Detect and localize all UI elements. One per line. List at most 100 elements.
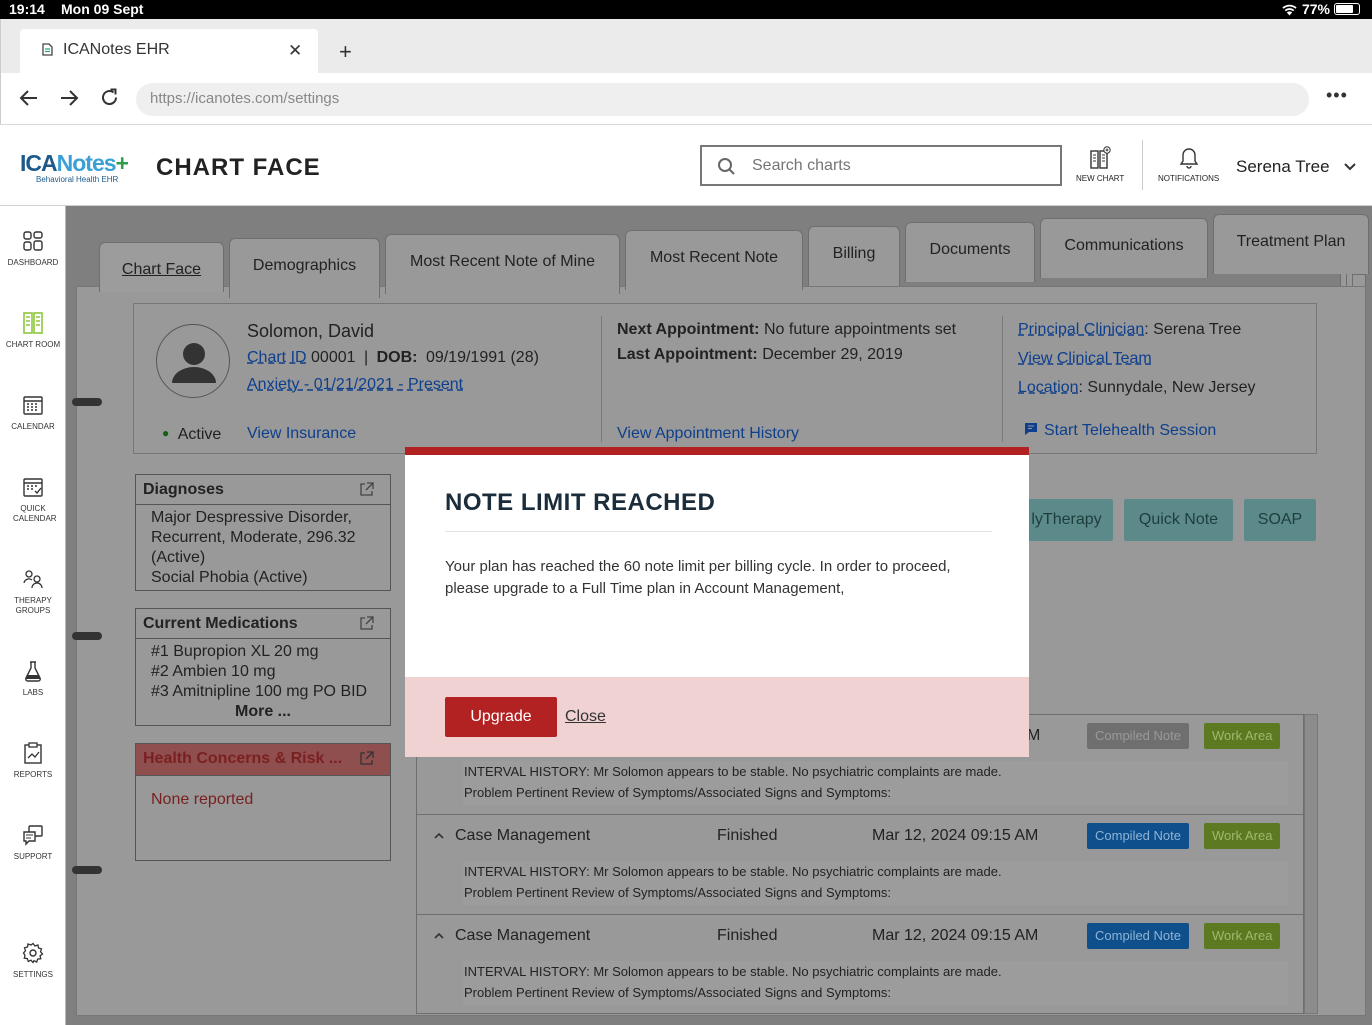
next-appt-label: Next Appointment: xyxy=(617,321,760,338)
search-box[interactable] xyxy=(700,145,1062,186)
note-history: INTERVAL HISTORY: Mr Solomon appears to … xyxy=(463,761,1288,805)
close-tab-icon[interactable]: ✕ xyxy=(288,41,302,61)
compiled-note-button[interactable]: Compiled Note xyxy=(1087,823,1189,849)
tab-demographics[interactable]: Demographics xyxy=(229,238,380,298)
new-chart-icon xyxy=(1090,146,1111,169)
tab-label: Demographics xyxy=(252,257,357,274)
logo-text: ICANotes+ xyxy=(20,150,129,176)
more-link[interactable]: More ... xyxy=(151,702,375,722)
icanotes-logo[interactable]: ICANotes+ Behavioral Health EHR xyxy=(20,150,129,184)
sidebar-nav: DASHBOARD CHART ROOM CALENDAR QUICK CALE… xyxy=(0,206,66,1025)
tab-communications[interactable]: Communications xyxy=(1040,218,1208,278)
work-area-button[interactable]: Work Area xyxy=(1204,723,1281,749)
note-history-line: Problem Pertinent Review of Symptoms/Ass… xyxy=(464,885,892,900)
user-menu[interactable]: Serena Tree xyxy=(1236,157,1356,177)
person-icon xyxy=(172,343,216,383)
tab-billing[interactable]: Billing xyxy=(808,226,900,286)
tab-chart-face[interactable]: Chart Face xyxy=(99,242,224,292)
bell-icon xyxy=(1179,148,1198,169)
compiled-note-button[interactable]: Compiled Note xyxy=(1087,723,1189,749)
sidebar-item-settings[interactable]: SETTINGS xyxy=(0,942,66,980)
dashboard-icon xyxy=(23,231,43,251)
sidebar-item-chart-room[interactable]: CHART ROOM xyxy=(0,312,66,350)
sidebar-item-dashboard[interactable]: DASHBOARD xyxy=(0,230,66,268)
view-clinical-team-link[interactable]: View Clinical Team xyxy=(1018,350,1152,368)
chart-id-link[interactable]: Chart ID xyxy=(247,349,307,366)
location-link[interactable]: Location xyxy=(1018,379,1079,396)
note-limit-modal: NOTE LIMIT REACHED Your plan has reached… xyxy=(405,447,1029,757)
sidebar-item-support[interactable]: SUPPORT xyxy=(0,824,66,862)
note-type-soap-button[interactable]: SOAP xyxy=(1244,499,1316,541)
external-link-icon[interactable] xyxy=(359,751,374,766)
close-link[interactable]: Close xyxy=(565,708,606,726)
chevron-up-icon[interactable] xyxy=(434,932,444,939)
card-header: Diagnoses xyxy=(136,475,390,505)
chevron-up-icon[interactable] xyxy=(434,832,444,839)
new-chart-button[interactable]: NEW CHART xyxy=(1076,146,1124,183)
sidebar-item-labs[interactable]: LABS xyxy=(0,660,66,698)
sidebar-item-therapy-groups[interactable]: THERAPY GROUPS xyxy=(0,568,66,616)
diagnosis-link[interactable]: Anxiety - 01/21/2021 - Present xyxy=(247,376,463,394)
external-link-icon[interactable] xyxy=(359,482,374,497)
start-telehealth-button[interactable]: Start Telehealth Session xyxy=(1024,422,1216,440)
diagnosis-item: Major Despressive Disorder, Recurrent, M… xyxy=(151,509,356,566)
note-type: Case Management xyxy=(455,927,591,944)
principal-clinician-link[interactable]: Principal Clinician xyxy=(1018,321,1144,338)
sidebar-item-quick-calendar[interactable]: QUICK CALENDAR xyxy=(0,476,66,524)
external-link-icon[interactable] xyxy=(359,616,374,631)
view-insurance-link[interactable]: View Insurance xyxy=(247,425,356,443)
therapy-groups-icon xyxy=(23,570,43,589)
new-tab-icon[interactable]: + xyxy=(339,39,352,65)
more-options-icon[interactable]: ••• xyxy=(1326,85,1348,106)
sidebar-label: LABS xyxy=(22,688,44,697)
card-title: Diagnoses xyxy=(143,481,224,498)
binder-ring xyxy=(72,866,102,874)
note-history-line: INTERVAL HISTORY: Mr Solomon appears to … xyxy=(464,864,1002,879)
work-area-button[interactable]: Work Area xyxy=(1204,823,1281,849)
column-divider xyxy=(1002,316,1003,442)
note-type-quick-note-button[interactable]: Quick Note xyxy=(1124,499,1233,541)
search-input[interactable] xyxy=(752,154,1042,178)
tab-label: Billing xyxy=(832,245,876,262)
sidebar-label: SUPPORT xyxy=(13,852,53,861)
forward-icon[interactable] xyxy=(59,89,79,107)
notes-scrollbar[interactable] xyxy=(1304,714,1318,1014)
notifications-button[interactable]: NOTIFICATIONS xyxy=(1158,146,1219,183)
quick-calendar-icon xyxy=(23,478,43,497)
view-appointment-history-link[interactable]: View Appointment History xyxy=(617,425,799,443)
modal-message: Your plan has reached the 60 note limit … xyxy=(445,558,951,597)
compiled-note-button[interactable]: Compiled Note xyxy=(1087,923,1189,949)
medications-card: Current Medications #1 Bupropion XL 20 m… xyxy=(135,608,391,726)
header-divider xyxy=(1142,140,1143,190)
reports-icon xyxy=(24,742,42,764)
tab-most-recent-note[interactable]: Most Recent Note xyxy=(625,230,803,290)
card-header: Current Medications xyxy=(136,609,390,639)
tab-label: Documents xyxy=(929,241,1011,258)
notifications-label: NOTIFICATIONS xyxy=(1158,174,1220,183)
tab-treatment-plan[interactable]: Treatment Plan xyxy=(1213,214,1369,274)
note-datetime: Mar 12, 2024 09:15 AM xyxy=(872,827,1039,844)
work-area-button[interactable]: Work Area xyxy=(1204,923,1281,949)
status-text: Active xyxy=(177,426,222,443)
notes-list: M Compiled Note Work Area INTERVAL HISTO… xyxy=(416,714,1305,1014)
modal-divider xyxy=(445,531,992,532)
last-appointment: Last Appointment: December 29, 2019 xyxy=(617,346,903,364)
back-icon[interactable] xyxy=(19,89,39,107)
modal-title: NOTE LIMIT REACHED xyxy=(445,489,716,516)
sidebar-item-calendar[interactable]: CALENDAR xyxy=(0,394,66,432)
url-field[interactable]: https://icanotes.com/settings xyxy=(136,83,1309,116)
browser-tab[interactable]: ICANotes EHR ✕ xyxy=(20,29,318,73)
reload-icon[interactable] xyxy=(100,88,119,107)
tab-most-recent-note-of-mine[interactable]: Most Recent Note of Mine xyxy=(385,234,620,294)
sidebar-label: DASHBOARD xyxy=(7,258,59,267)
address-bar-row: https://icanotes.com/settings ••• xyxy=(0,73,1372,125)
patient-id-row: Chart ID 00001 | DOB: 09/19/1991 (28) xyxy=(247,349,539,367)
tab-documents[interactable]: Documents xyxy=(905,222,1035,282)
search-icon xyxy=(718,158,735,175)
document-icon xyxy=(42,43,53,56)
upgrade-button[interactable]: Upgrade xyxy=(445,697,557,737)
chevron-down-icon xyxy=(1343,163,1356,171)
sidebar-item-reports[interactable]: REPORTS xyxy=(0,742,66,780)
note-type-therapy-button[interactable]: lyTherapy xyxy=(1020,499,1113,541)
card-body: #1 Bupropion XL 20 mg #2 Ambien 10 mg #3… xyxy=(136,639,390,725)
